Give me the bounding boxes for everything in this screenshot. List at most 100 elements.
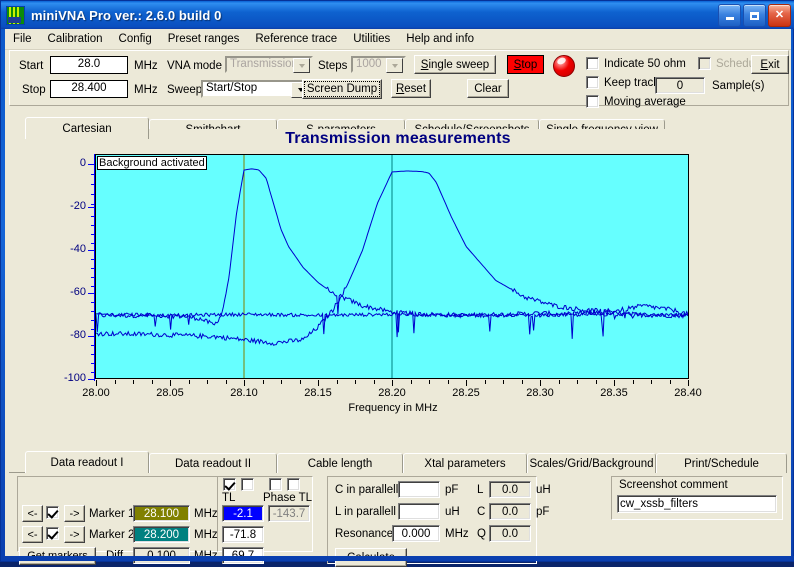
start-label: Start [19, 60, 44, 72]
sweep-select[interactable]: Start/Stop [201, 80, 313, 98]
title-bar: miniVNA Pro ver.: 2.6.0 build 0 ✕ [1, 1, 794, 29]
x-major-tick [466, 380, 467, 386]
tab-print-schedule[interactable]: Print/Schedule [656, 453, 787, 473]
x-axis-title: Frequency in MHz [348, 402, 438, 414]
moving-average-checkbox[interactable]: Moving average [586, 95, 686, 108]
l-parallel-unit: uH [445, 506, 460, 518]
x-minor-tick [133, 380, 134, 384]
window-title: miniVNA Pro ver.: 2.6.0 build 0 [31, 7, 222, 23]
tab-scales-grid-background[interactable]: Scales/Grid/Background [527, 453, 656, 473]
tab-cable-length[interactable]: Cable length [277, 453, 403, 473]
marker1-enable-checkbox[interactable] [46, 506, 64, 519]
plot-area[interactable]: Background activated [95, 154, 689, 379]
marker1-frequency-value[interactable]: 28.100 [133, 505, 190, 522]
y-axis: 0 -20 -40 -60 -80 -100 [64, 154, 95, 384]
screen-dump-button[interactable]: Screen Dump [302, 79, 382, 99]
marker1-next-button[interactable]: -> [64, 505, 85, 522]
marker2-next-button[interactable]: -> [64, 526, 85, 543]
l-parallel-label: L in parallell [335, 506, 396, 518]
menu-item-preset-ranges[interactable]: Preset ranges [160, 31, 248, 47]
x-minor-tick [448, 380, 449, 384]
x-minor-tick [670, 380, 671, 384]
steps-select[interactable]: 1000 [351, 56, 406, 73]
x-minor-tick [374, 380, 375, 384]
marker2-enable-checkbox[interactable] [46, 527, 64, 540]
x-major-tick [244, 380, 245, 386]
tab-xtal-parameters[interactable]: Xtal parameters [403, 453, 527, 473]
start-frequency-input[interactable]: 28.0 [50, 56, 128, 74]
x-tick-label-4: 28.20 [378, 387, 406, 399]
x-minor-tick [226, 380, 227, 384]
x-tick-label-5: 28.25 [452, 387, 480, 399]
exit-button[interactable]: Exit [751, 55, 789, 74]
x-minor-tick [522, 380, 523, 384]
app-icon [6, 5, 25, 25]
menu-item-config[interactable]: Config [111, 31, 160, 47]
x-minor-tick [281, 380, 282, 384]
tab-cartesian[interactable]: Cartesian [25, 117, 149, 139]
x-tick-label-8: 28.40 [674, 387, 702, 399]
steps-label: Steps [318, 60, 348, 72]
resonance-input[interactable]: 0.000 [392, 525, 440, 542]
tab-data-readout-1[interactable]: Data readout I [25, 451, 149, 473]
l-parallel-input[interactable] [398, 503, 440, 520]
reset-button[interactable]: Reset [391, 79, 431, 98]
menu-item-reference-trace[interactable]: Reference trace [247, 31, 345, 47]
minimize-button[interactable] [718, 4, 741, 27]
tl-secondary-checkbox[interactable] [241, 478, 259, 491]
x-minor-tick [300, 380, 301, 384]
marker1-tl-value: -2.1 [222, 505, 264, 522]
window-controls: ✕ [718, 4, 791, 27]
marker2-unit: MHz [194, 529, 218, 541]
marker2-frequency-value[interactable]: 28.200 [133, 526, 190, 543]
x-tick-label-3: 28.15 [304, 387, 332, 399]
marker2-prev-button[interactable]: <- [22, 526, 43, 543]
checkbox-box [586, 95, 599, 108]
c-unit: pF [536, 506, 550, 518]
l-unit: uH [536, 484, 551, 496]
y-tick-4: -80 [70, 329, 86, 341]
x-minor-tick [355, 380, 356, 384]
chevron-down-icon [386, 58, 403, 73]
phase-tl-secondary-checkbox[interactable] [287, 478, 305, 491]
c-parallel-label: C in parallell [335, 484, 399, 496]
y-tick-3: -60 [70, 286, 86, 298]
x-tick-label-7: 28.35 [600, 387, 628, 399]
q-label: Q [477, 528, 486, 540]
clear-button[interactable]: Clear [467, 79, 509, 98]
c-label: C [477, 506, 486, 518]
x-minor-tick [337, 380, 338, 384]
chart-panel: Transmission measurements T.L.dB 0 -20 -… [9, 128, 787, 451]
tl-checkbox[interactable] [223, 478, 241, 491]
sweep-label: Sweep [167, 84, 203, 96]
stop-label: Stop [22, 84, 46, 96]
indicate-50-ohm-checkbox[interactable]: Indicate 50 ohm [586, 57, 686, 70]
x-minor-tick [596, 380, 597, 384]
start-unit-label: MHz [134, 60, 158, 72]
menu-item-utilities[interactable]: Utilities [345, 31, 398, 47]
tab-data-readout-2[interactable]: Data readout II [149, 453, 277, 473]
single-sweep-button[interactable]: Single sweep [414, 55, 496, 74]
screenshot-comment-input[interactable]: cw_xssb_filters [617, 495, 777, 513]
close-icon[interactable]: ✕ [768, 4, 791, 27]
x-minor-tick [207, 380, 208, 384]
vna-mode-select[interactable]: Transmission [225, 56, 313, 73]
maximize-button[interactable] [743, 4, 766, 27]
checkbox-box [46, 506, 59, 519]
keep-tracks-checkbox[interactable]: Keep tracks [586, 76, 665, 89]
checkbox-box [586, 76, 599, 89]
menu-item-file[interactable]: File [5, 31, 40, 47]
indicate-50-ohm-label: Indicate 50 ohm [604, 57, 686, 70]
y-tick-5: -100 [63, 372, 86, 384]
stop-button[interactable]: Stop [507, 55, 544, 74]
menu-item-calibration[interactable]: Calibration [40, 31, 111, 47]
menu-item-help-and-info[interactable]: Help and info [398, 31, 482, 47]
c-parallel-input[interactable] [398, 481, 440, 498]
x-minor-tick [651, 380, 652, 384]
stop-frequency-input[interactable]: 28.400 [50, 80, 128, 98]
marker1-prev-button[interactable]: <- [22, 505, 43, 522]
x-minor-tick [115, 380, 116, 384]
x-minor-tick [577, 380, 578, 384]
phase-tl-checkbox[interactable] [269, 478, 287, 491]
y-tick-1: -20 [70, 200, 86, 212]
